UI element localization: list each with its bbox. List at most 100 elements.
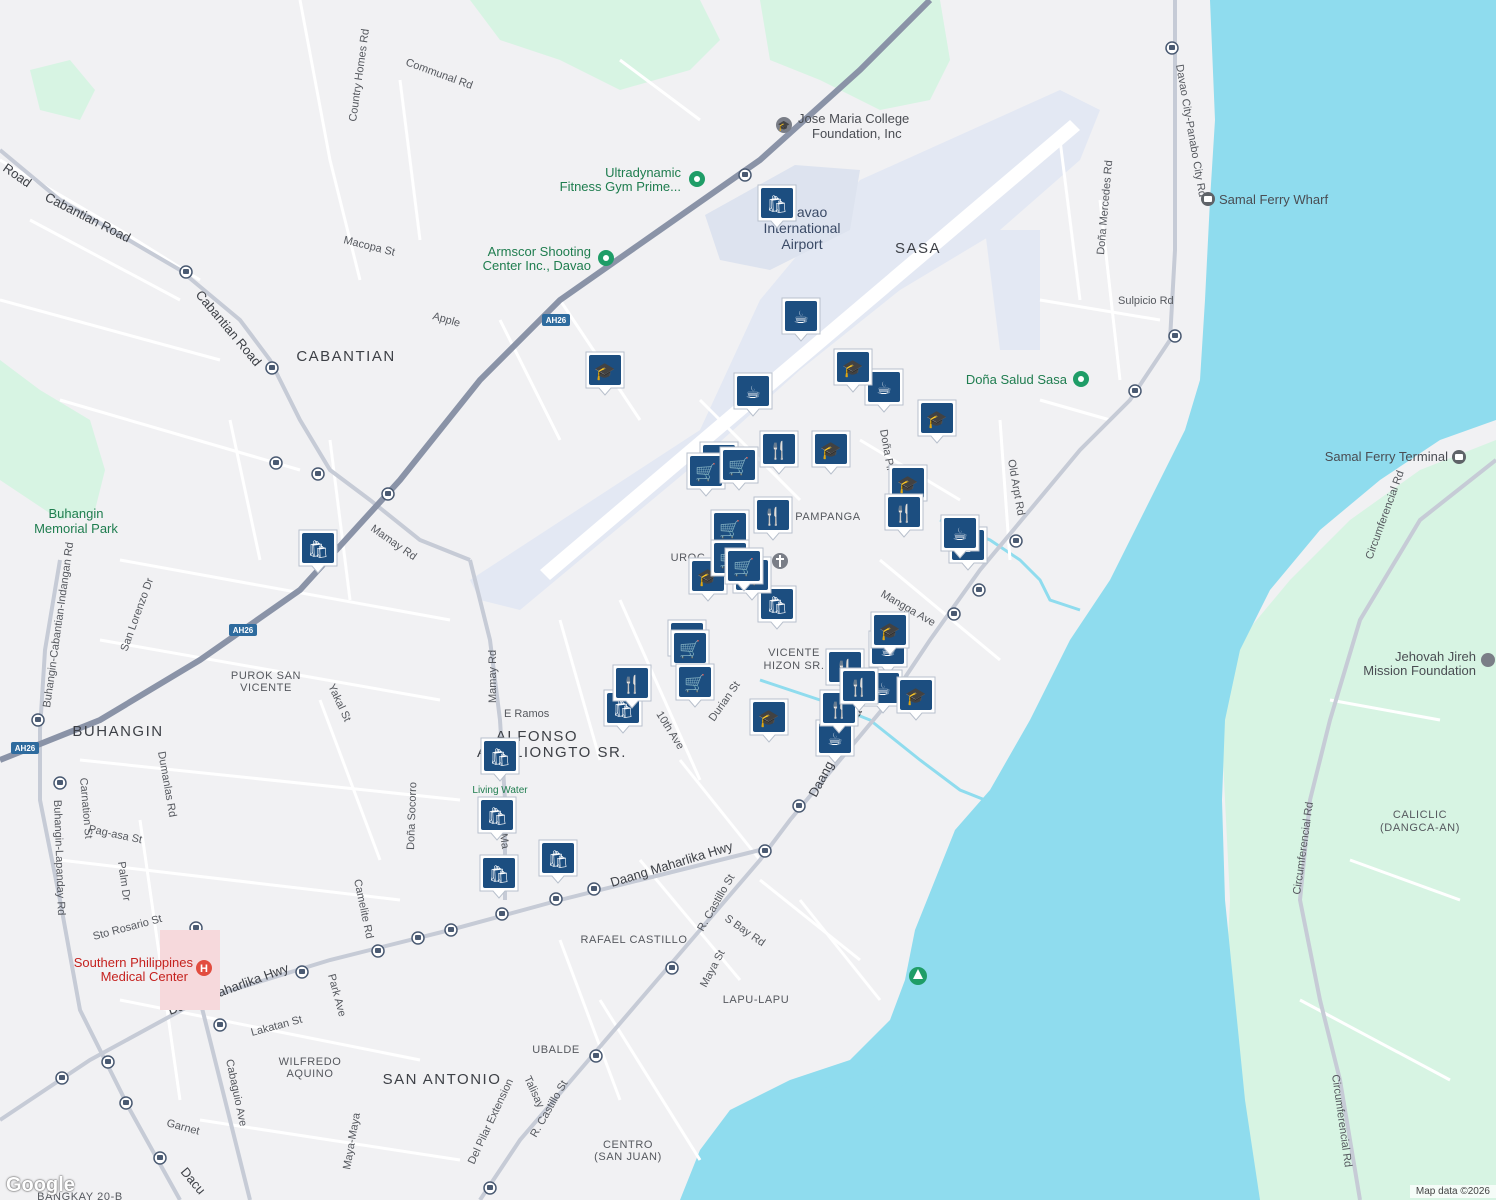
coffee-icon: ☕ xyxy=(876,379,891,399)
highway-shield: AH26 xyxy=(229,624,257,636)
bus-glyph xyxy=(105,1059,111,1064)
shopping-cart-icon: 🛒 xyxy=(728,456,749,477)
bag-icon: 🛍 xyxy=(547,850,569,870)
poi-samal-ferry-terminal[interactable]: Samal Ferry Terminal xyxy=(1325,449,1466,464)
coffee-icon: ☕ xyxy=(827,730,842,750)
graduation-cap-icon: 🎓 xyxy=(594,362,615,382)
svg-text:Airport: Airport xyxy=(781,236,822,252)
svg-text:Buhangin: Buhangin xyxy=(49,506,104,521)
area-label-pampanga: PAMPANGA xyxy=(795,511,861,523)
shopping-cart-icon: 🛒 xyxy=(733,557,754,578)
poi-living-water[interactable]: Living Water xyxy=(472,785,528,796)
area-label-hizon: HIZON SR. xyxy=(763,660,824,672)
bus-glyph xyxy=(217,1022,223,1027)
bus-glyph xyxy=(1169,45,1175,50)
graduation-cap-icon: 🎓 xyxy=(820,441,841,461)
area-label-lapu-lapu: LAPU-LAPU xyxy=(723,994,790,1006)
svg-text:Jose Maria College: Jose Maria College xyxy=(798,111,909,126)
target-icon xyxy=(603,255,609,261)
bus-glyph xyxy=(57,780,63,785)
shopping-cart-icon: 🛒 xyxy=(679,639,700,660)
svg-text:AH26: AH26 xyxy=(233,626,254,635)
area-label-centro: CENTRO xyxy=(603,1139,653,1151)
bus-glyph xyxy=(269,365,275,370)
svg-text:Living Water: Living Water xyxy=(472,785,528,796)
poi-church[interactable] xyxy=(772,553,788,569)
area-label-vicente: VICENTE xyxy=(240,682,292,694)
graduation-cap-icon: 🎓 xyxy=(897,475,918,495)
bag-icon: 🛍 xyxy=(307,540,329,560)
area-label-san-juan: (SAN JUAN) xyxy=(594,1151,662,1163)
road-label: Doña Socorro xyxy=(405,782,419,850)
place-icon xyxy=(1078,376,1084,382)
area-label-ubalde: UBALDE xyxy=(532,1044,580,1056)
road-label: E Ramos xyxy=(504,708,550,720)
shopping-cart-icon: 🛒 xyxy=(684,673,705,694)
ferry-icon xyxy=(1204,196,1212,202)
bus-glyph xyxy=(273,460,279,465)
ferry-icon xyxy=(1455,454,1463,460)
bus-glyph xyxy=(315,471,321,476)
area-label-wilfredo: WILFREDO xyxy=(279,1056,342,1068)
svg-text:AH26: AH26 xyxy=(15,744,36,753)
bus-glyph xyxy=(385,491,391,496)
area-label-dangca-an: (DANGCA-AN) xyxy=(1380,822,1460,834)
bus-glyph xyxy=(193,925,199,930)
svg-text:Mission Foundation: Mission Foundation xyxy=(1363,663,1476,678)
graduation-cap-icon: 🎓 xyxy=(879,622,900,642)
poi-samal-ferry-wharf[interactable]: Samal Ferry Wharf xyxy=(1201,192,1328,207)
bus-glyph xyxy=(742,172,748,177)
road-label: Sulpicio Rd xyxy=(1118,295,1174,307)
graduation-cap-icon: 🎓 xyxy=(778,120,790,132)
bus-glyph xyxy=(123,1100,129,1105)
svg-text:AH26: AH26 xyxy=(546,316,567,325)
area-label-caliclic: CALICLIC xyxy=(1393,809,1447,821)
map-canvas[interactable]: AH26 AH26 AH26 SASA CABANTIAN BUHANGIN S… xyxy=(0,0,1496,1200)
coffee-icon: ☕ xyxy=(793,308,808,328)
svg-text:Center Inc., Davao: Center Inc., Davao xyxy=(483,258,591,273)
bus-glyph xyxy=(669,965,675,970)
bus-glyph xyxy=(375,948,381,953)
map-attribution[interactable]: Map data ©2026 xyxy=(1409,1185,1496,1198)
bag-icon: 🛍 xyxy=(766,195,788,215)
bus-glyph xyxy=(1013,538,1019,543)
bus-glyph xyxy=(415,935,421,940)
bus-glyph xyxy=(499,911,505,916)
svg-text:Southern Philippines: Southern Philippines xyxy=(74,955,194,970)
gym-icon xyxy=(694,176,700,182)
graduation-cap-icon: 🎓 xyxy=(905,687,926,707)
svg-text:Doña Salud Sasa: Doña Salud Sasa xyxy=(966,372,1068,387)
coffee-icon: ☕ xyxy=(952,525,967,545)
area-label-sasa: SASA xyxy=(895,240,941,257)
svg-text:Armscor Shooting: Armscor Shooting xyxy=(488,244,591,259)
bus-glyph xyxy=(183,269,189,274)
fork-knife-icon: 🍴 xyxy=(621,674,642,695)
area-label-san-antonio: SAN ANTONIO xyxy=(383,1071,502,1088)
area-label-aquino: AQUINO xyxy=(287,1068,334,1080)
bus-glyph xyxy=(593,1053,599,1058)
google-logo: Google xyxy=(6,1174,75,1196)
bag-icon: 🛍 xyxy=(489,748,511,768)
hospital-icon: H xyxy=(200,963,208,975)
svg-text:Samal Ferry Terminal: Samal Ferry Terminal xyxy=(1325,449,1448,464)
area-label-buhangin: BUHANGIN xyxy=(72,723,163,740)
shopping-cart-icon: 🛒 xyxy=(695,462,716,483)
area-label-purok: PUROK SAN xyxy=(231,670,301,682)
svg-text:Foundation, Inc: Foundation, Inc xyxy=(812,126,902,141)
bus-glyph xyxy=(448,927,454,932)
graduation-cap-icon: 🎓 xyxy=(758,709,779,729)
bag-icon: 🛍 xyxy=(766,596,788,616)
poi-park-tree[interactable] xyxy=(909,967,927,985)
area-label-vicente-hizon: VICENTE xyxy=(768,647,820,659)
bus-glyph xyxy=(487,1185,493,1190)
highway-shield: AH26 xyxy=(542,314,570,326)
svg-text:Fitness Gym Prime...: Fitness Gym Prime... xyxy=(560,179,681,194)
svg-text:Medical Center: Medical Center xyxy=(101,969,189,984)
bus-glyph xyxy=(976,587,982,592)
area-label-cabantian: CABANTIAN xyxy=(296,348,395,365)
svg-text:Ultradynamic: Ultradynamic xyxy=(605,165,681,180)
svg-text:Memorial Park: Memorial Park xyxy=(34,521,118,536)
road-label: Mamay Rd xyxy=(487,650,499,703)
bus-glyph xyxy=(1132,388,1138,393)
graduation-cap-icon: 🎓 xyxy=(926,410,947,430)
